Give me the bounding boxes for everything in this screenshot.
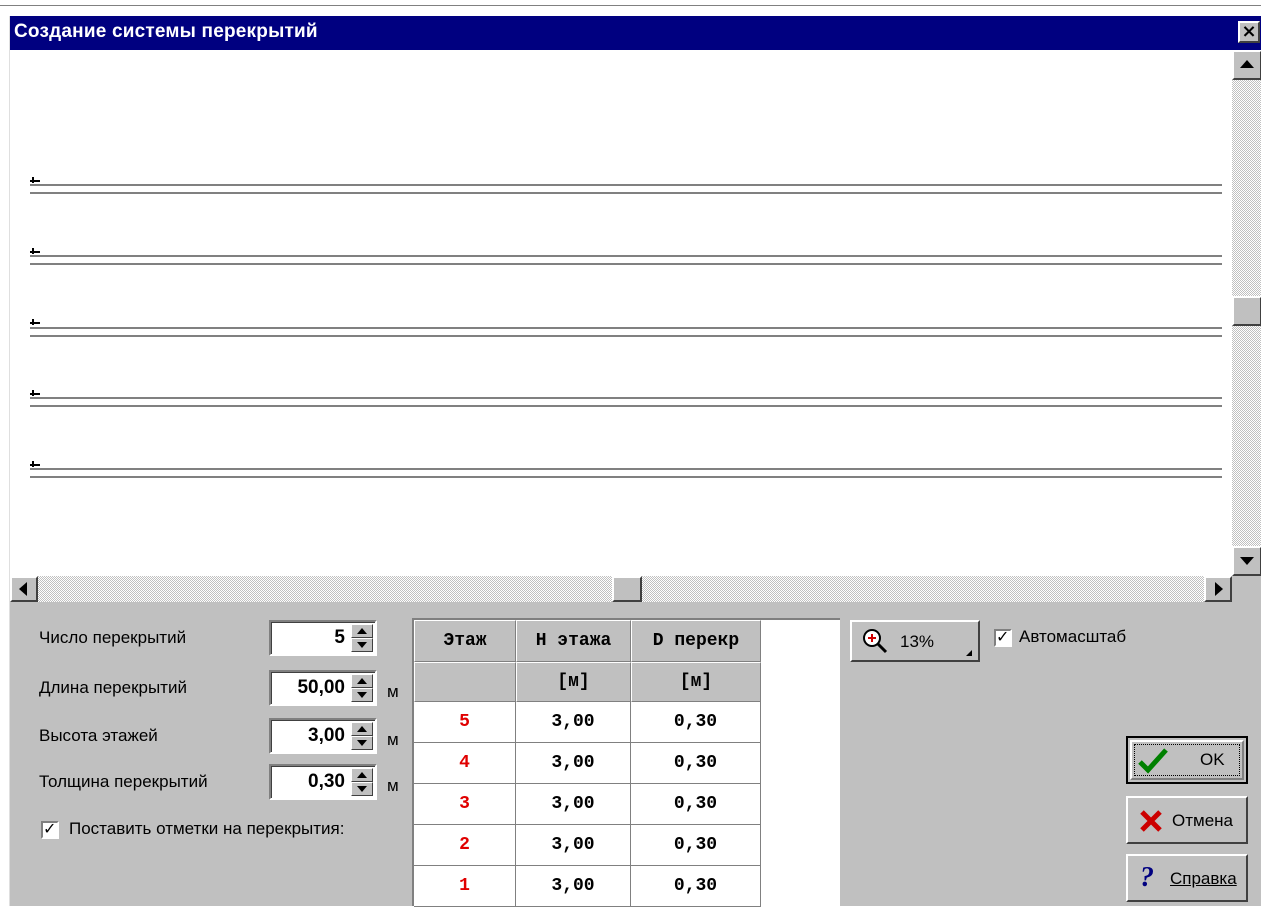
length-spin-buttons[interactable]: [351, 674, 373, 702]
length-value[interactable]: 50,00: [297, 677, 345, 699]
arrow-down-icon: [1240, 557, 1254, 565]
scroll-down-button[interactable]: [1232, 546, 1261, 576]
length-unit: м: [387, 682, 399, 701]
autoscale-label[interactable]: Автомасштаб: [1019, 627, 1126, 647]
table-unit-thickness: [м]: [631, 662, 761, 702]
scroll-up-button[interactable]: [1232, 50, 1261, 80]
thickness-spinner[interactable]: 0,30: [269, 764, 377, 800]
slab-thickness[interactable]: 0,30: [631, 866, 761, 907]
preview-canvas[interactable]: [10, 50, 1232, 576]
height-spin-buttons[interactable]: [351, 722, 373, 750]
thickness-spin-buttons[interactable]: [351, 768, 373, 796]
autoscale-checkbox[interactable]: ✓: [994, 627, 1012, 647]
height-label: Высота этажей: [39, 726, 158, 745]
table-header-height: H этажа: [516, 620, 631, 662]
help-button[interactable]: ? Справка: [1126, 854, 1248, 902]
close-icon: ×: [1241, 21, 1257, 42]
checkmark-icon: ✓: [43, 819, 57, 838]
slab-thickness[interactable]: 0,30: [631, 784, 761, 825]
horizontal-scroll-thumb[interactable]: [612, 576, 642, 602]
length-spinner[interactable]: 50,00: [269, 670, 377, 706]
length-label: Длина перекрытий: [39, 678, 187, 697]
floor-number[interactable]: 1: [414, 866, 516, 907]
length-down-button[interactable]: [351, 688, 373, 702]
height-spinner[interactable]: 3,00: [269, 718, 377, 754]
title-bar: Создание системы перекрытий ×: [10, 16, 1261, 50]
marks-label[interactable]: Поставить отметки на перекрытия:: [69, 819, 344, 839]
table-header-thickness: D перекр: [631, 620, 761, 662]
cancel-label: Отмена: [1172, 811, 1233, 830]
checkmark-icon: ✓: [996, 627, 1010, 646]
ok-label: OK: [1200, 750, 1225, 769]
cancel-button[interactable]: Отмена: [1126, 796, 1248, 844]
ok-button[interactable]: OK: [1126, 736, 1248, 784]
height-down-button[interactable]: [351, 736, 373, 750]
vertical-scroll-thumb[interactable]: [1232, 296, 1261, 326]
count-up-button[interactable]: [351, 624, 373, 638]
help-label: Справка: [1170, 869, 1237, 888]
scroll-left-button[interactable]: [10, 576, 38, 602]
zoom-value: 13%: [900, 632, 935, 651]
scroll-right-button[interactable]: [1204, 576, 1232, 602]
floor-height[interactable]: 3,00: [516, 825, 631, 866]
height-unit: м: [387, 730, 399, 749]
length-up-button[interactable]: [351, 674, 373, 688]
dialog-window: Создание системы перекрытий × Число пере…: [9, 16, 1261, 907]
floor-height[interactable]: 3,00: [516, 866, 631, 907]
cancel-x-icon: [1140, 810, 1162, 832]
floor-number[interactable]: 5: [414, 702, 516, 743]
thickness-up-button[interactable]: [351, 768, 373, 782]
help-question-icon: ?: [1140, 862, 1154, 893]
height-up-button[interactable]: [351, 722, 373, 736]
thickness-unit: м: [387, 776, 399, 795]
arrow-left-icon: [19, 582, 27, 596]
arrow-up-icon: [1240, 60, 1254, 68]
table-unit-height: [м]: [516, 662, 631, 702]
count-label: Число перекрытий: [39, 628, 187, 647]
thickness-down-button[interactable]: [351, 782, 373, 796]
window-title: Создание системы перекрытий: [14, 21, 318, 42]
vertical-scrollbar[interactable]: [1232, 50, 1261, 576]
count-value[interactable]: 5: [334, 627, 345, 649]
checkmark-icon: [1138, 748, 1168, 774]
height-value[interactable]: 3,00: [308, 725, 345, 747]
floor-height[interactable]: 3,00: [516, 784, 631, 825]
slab-thickness[interactable]: 0,30: [631, 825, 761, 866]
dropdown-corner-icon: [966, 650, 972, 656]
close-button[interactable]: ×: [1238, 21, 1260, 43]
floors-table[interactable]: Этаж H этажа D перекр [м] [м] 5 3,00 0,3…: [412, 618, 840, 907]
floor-height[interactable]: 3,00: [516, 702, 631, 743]
count-down-button[interactable]: [351, 638, 373, 652]
slab-thickness[interactable]: 0,30: [631, 743, 761, 784]
count-spinner[interactable]: 5: [269, 620, 377, 656]
thickness-label: Толщина перекрытий: [39, 772, 208, 791]
floor-height[interactable]: 3,00: [516, 743, 631, 784]
floor-number[interactable]: 3: [414, 784, 516, 825]
slab-thickness[interactable]: 0,30: [631, 702, 761, 743]
floor-number[interactable]: 2: [414, 825, 516, 866]
arrow-right-icon: [1215, 582, 1223, 596]
thickness-value[interactable]: 0,30: [308, 771, 345, 793]
table-unit-floor: [414, 662, 516, 702]
table-header-floor: Этаж: [414, 620, 516, 662]
zoom-button[interactable]: 13%: [850, 620, 980, 662]
horizontal-scrollbar[interactable]: [10, 576, 1232, 602]
top-divider: [0, 5, 1261, 6]
scroll-corner: [1232, 576, 1261, 602]
floor-number[interactable]: 4: [414, 743, 516, 784]
count-spin-buttons[interactable]: [351, 624, 373, 652]
zoom-in-icon: [863, 629, 888, 654]
marks-checkbox[interactable]: ✓: [41, 819, 59, 839]
